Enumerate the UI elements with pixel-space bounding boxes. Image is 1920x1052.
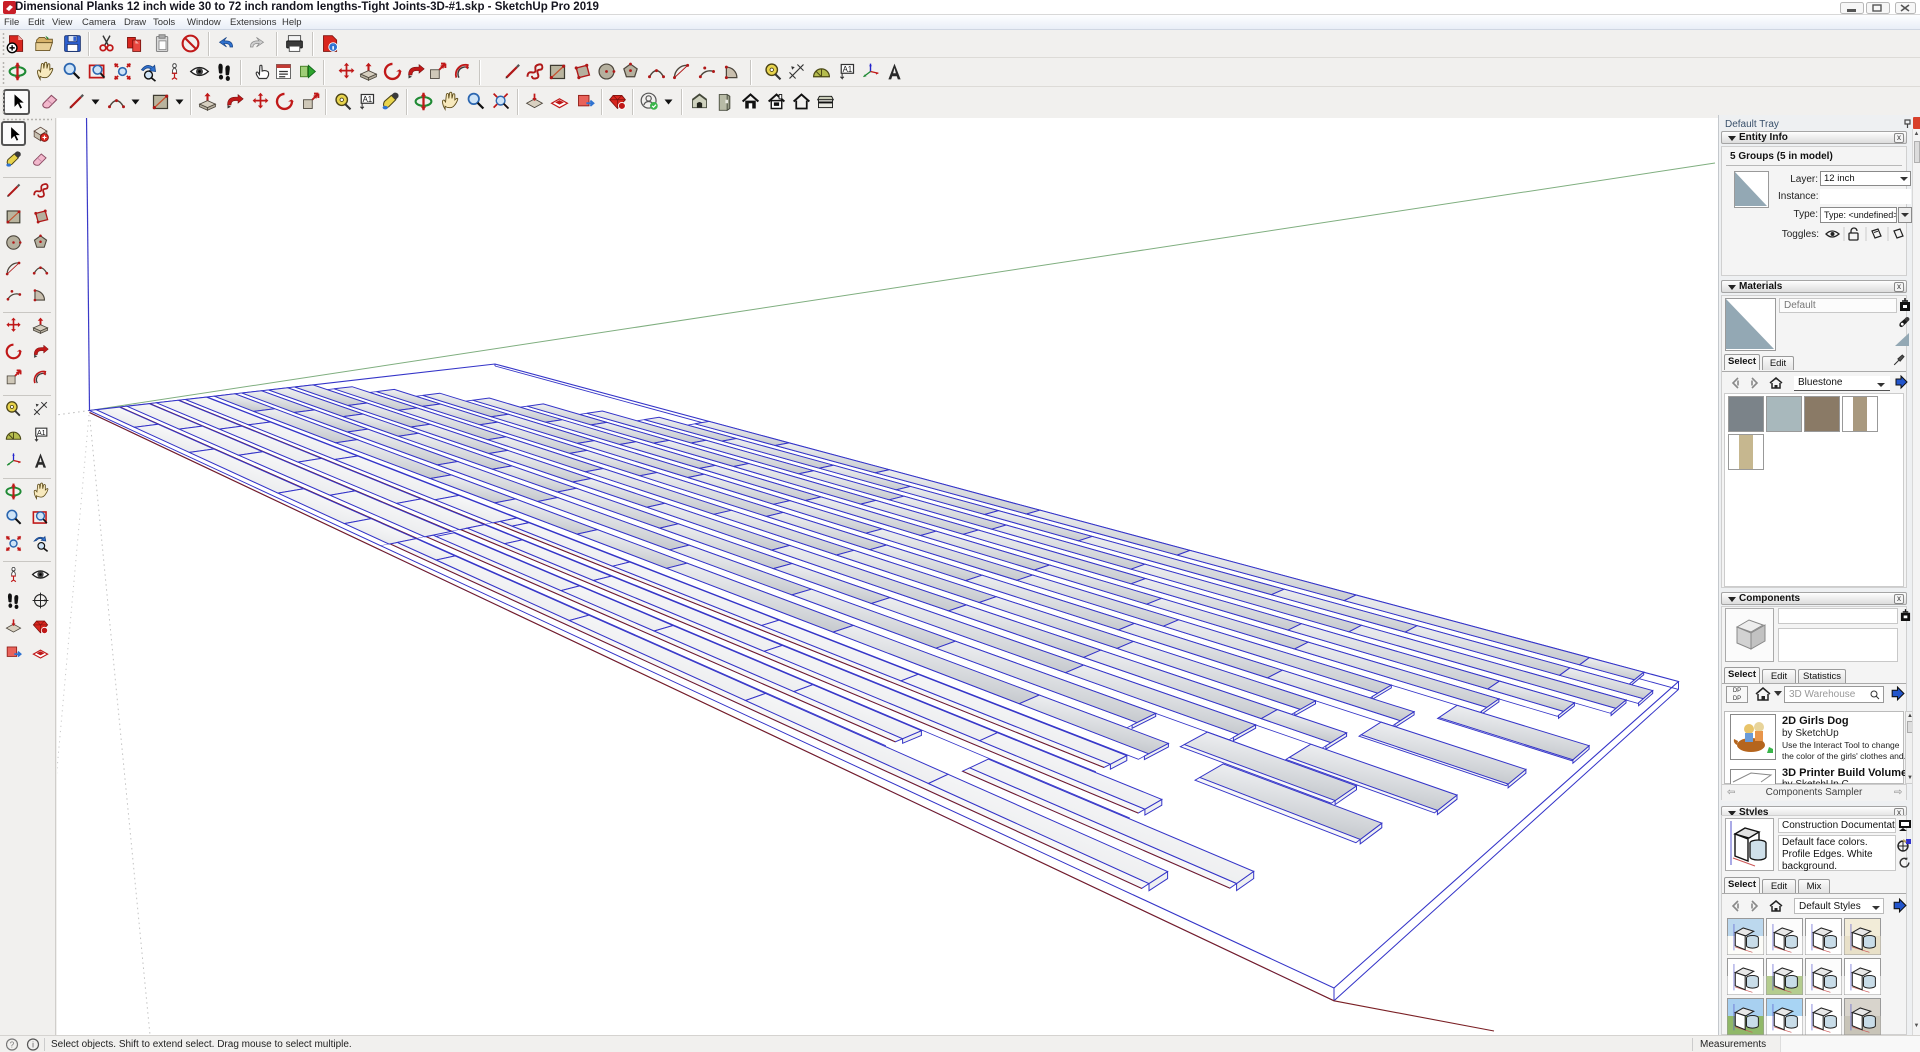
svg-text:A1: A1 — [37, 429, 46, 437]
svg-text:i: i — [32, 1041, 34, 1050]
svg-text:A1: A1 — [843, 65, 853, 74]
svg-text:?: ? — [10, 1041, 15, 1050]
svg-text:A1: A1 — [363, 95, 373, 104]
